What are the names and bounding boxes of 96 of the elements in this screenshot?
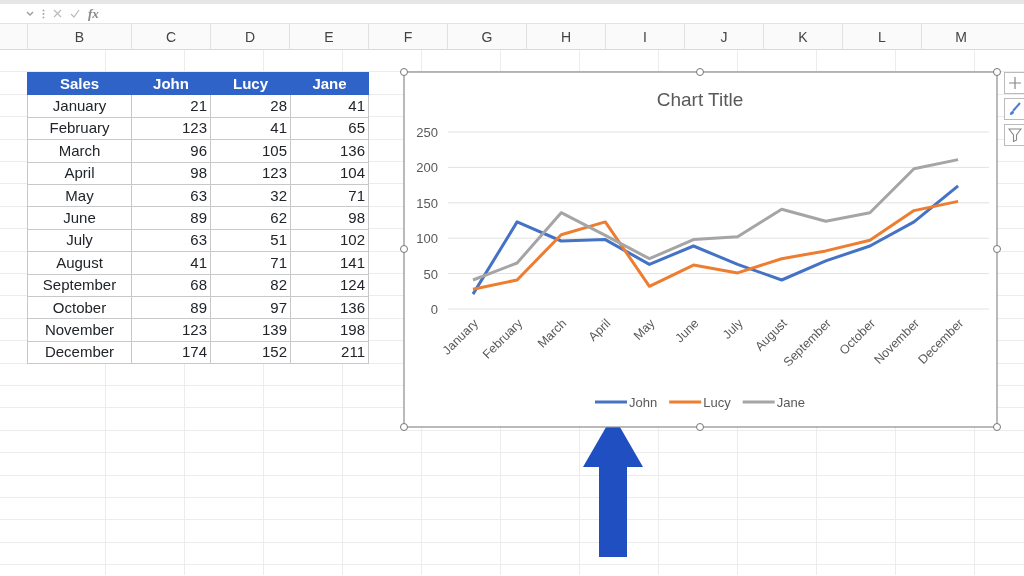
table-cell: 96 (131, 139, 211, 163)
table-cell: 82 (210, 274, 291, 297)
axis-tick-label: 200 (416, 160, 438, 176)
table-cell: 211 (290, 341, 369, 364)
column-header[interactable]: F (368, 24, 447, 50)
column-header-cell: Sales (27, 72, 132, 95)
column-header[interactable]: G (447, 24, 526, 50)
table-cell: 98 (290, 206, 369, 230)
legend-label: Lucy (703, 395, 731, 410)
table-cell: 97 (210, 296, 291, 319)
table-cell: 102 (290, 229, 369, 252)
column-header[interactable]: C (131, 24, 210, 50)
insert-function-button[interactable]: fx (88, 3, 99, 24)
resize-handle[interactable] (400, 68, 408, 76)
table-cell: 51 (210, 229, 291, 252)
chart-styles-button[interactable] (1004, 98, 1024, 120)
table-cell: 41 (131, 251, 211, 274)
table-cell: February (27, 117, 132, 140)
axis-category-label: May (630, 316, 658, 343)
chart-title: Chart Title (656, 89, 744, 110)
table-cell: 71 (210, 251, 291, 274)
resize-handle[interactable] (993, 68, 1001, 76)
table-cell: 89 (131, 296, 211, 319)
resize-handle[interactable] (696, 68, 704, 76)
table-cell: 123 (131, 117, 211, 140)
table-cell: December (27, 341, 132, 364)
axis-tick-label: 0 (430, 302, 438, 317)
check-icon[interactable] (70, 9, 80, 18)
table-cell: 63 (131, 229, 211, 252)
column-header[interactable]: D (210, 24, 289, 50)
table-cell: 152 (210, 341, 291, 364)
column-header[interactable]: H (526, 24, 605, 50)
table-cell: 65 (290, 117, 369, 140)
filter-button[interactable] (1004, 124, 1024, 146)
table-cell: May (27, 184, 132, 207)
brush-icon (1008, 102, 1022, 116)
axis-tick-label: 100 (416, 231, 438, 247)
table-cell: 136 (290, 296, 369, 319)
table-cell: July (27, 229, 132, 252)
table-cell: 63 (131, 184, 211, 207)
table-cell: 98 (131, 162, 211, 185)
table-cell: 139 (210, 318, 291, 342)
table-cell: 62 (210, 206, 291, 230)
table-cell: 71 (290, 184, 369, 207)
column-header[interactable]: L (842, 24, 921, 50)
column-header[interactable]: I (605, 24, 684, 50)
table-cell: March (27, 139, 132, 163)
filter-icon (1008, 128, 1022, 142)
axis-tick-label: 50 (423, 266, 438, 282)
column-header[interactable]: M (921, 24, 1000, 50)
column-header[interactable]: K (763, 24, 842, 50)
column-header-cell: Jane (290, 72, 369, 95)
table-cell: 104 (290, 162, 369, 185)
table-cell: October (27, 296, 132, 319)
axis-category-label: July (720, 316, 746, 342)
table-cell: 136 (290, 139, 369, 163)
table-cell: September (27, 274, 132, 297)
table-cell: 68 (131, 274, 211, 297)
table-cell: 21 (131, 94, 211, 118)
legend-label: John (629, 395, 658, 410)
table-cell: January (27, 94, 132, 118)
legend-label: Jane (776, 395, 805, 410)
table-cell: 89 (131, 206, 211, 230)
table-cell: 141 (290, 251, 369, 274)
resize-handle[interactable] (400, 423, 408, 431)
table-cell: August (27, 251, 132, 274)
column-header-cell: Lucy (210, 72, 291, 95)
table-cell: 123 (210, 162, 291, 185)
table-cell: November (27, 318, 132, 342)
table-cell: 32 (210, 184, 291, 207)
resize-handle[interactable] (696, 423, 704, 431)
column-header[interactable]: E (289, 24, 368, 50)
table-cell: 174 (131, 341, 211, 364)
chart-area[interactable] (403, 71, 998, 428)
column-header[interactable]: J (684, 24, 763, 50)
resize-handle[interactable] (993, 245, 1001, 253)
plus-icon (1008, 76, 1022, 90)
table-cell: 105 (210, 139, 291, 163)
table-cell: 123 (131, 318, 211, 342)
add-chart-element-button[interactable] (1004, 72, 1024, 94)
more-icon[interactable] (42, 8, 45, 19)
resize-handle[interactable] (993, 423, 1001, 431)
resize-handle[interactable] (400, 245, 408, 253)
table-cell: 198 (290, 318, 369, 342)
table-cell: June (27, 206, 132, 230)
chevron-down-icon[interactable] (26, 10, 34, 17)
axis-tick-label: 250 (416, 125, 438, 140)
table-cell: April (27, 162, 132, 185)
table-cell: 41 (210, 117, 291, 140)
table-cell: 41 (290, 94, 369, 118)
table-cell: 28 (210, 94, 291, 118)
column-header-cell: John (131, 72, 211, 95)
column-header[interactable]: B (27, 24, 131, 50)
cancel-icon[interactable] (53, 9, 62, 18)
table-cell: 124 (290, 274, 369, 297)
axis-tick-label: 150 (416, 195, 438, 211)
